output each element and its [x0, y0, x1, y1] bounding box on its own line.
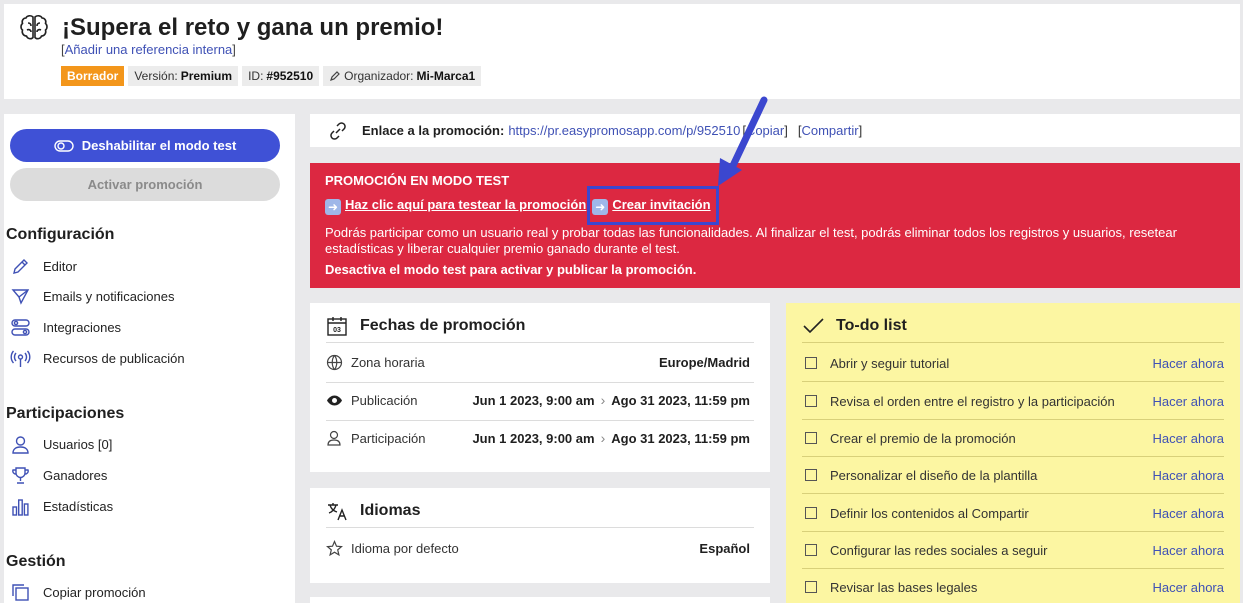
participation-row: Participación Jun 1 2023, 9:00 am › Ago 31… [326, 428, 750, 448]
test-promotion-link[interactable]: ➜ Haz clic aquí para testear la promoción [325, 197, 586, 215]
internal-reference: [Añadir una referencia interna] [61, 42, 236, 57]
todo-item: Revisa el orden entre el registro y la p… [805, 391, 1224, 411]
sidebar-item-copy[interactable]: Copiar promoción [10, 582, 146, 602]
timezone-row: Zona horaria Europe/Madrid [326, 352, 750, 372]
checkbox[interactable] [805, 469, 817, 481]
toggle-icon [54, 139, 74, 152]
globe-icon [326, 354, 343, 370]
checkbox[interactable] [805, 507, 817, 519]
sidebar-item-editor[interactable]: Editor [10, 256, 77, 276]
languages-card-title: Idiomas [326, 500, 420, 522]
sidebar-item-users[interactable]: Usuarios [0] [10, 434, 112, 454]
id-badge: ID: #952510 [242, 66, 320, 86]
todo-item: Revisar las bases legales Hacer ahora [805, 577, 1224, 597]
do-now-link[interactable]: Hacer ahora [1152, 506, 1224, 521]
sidebar-item-integrations[interactable]: Integraciones [10, 317, 121, 337]
trophy-icon [12, 466, 29, 484]
eye-icon [327, 395, 342, 405]
calendar-icon: 03 [327, 317, 347, 336]
publication-row: Publicación Jun 1 2023, 9:00 am › Ago 31 2… [326, 390, 750, 410]
page-title: ¡Supera el reto y gana un premio! [62, 14, 444, 41]
organizer-badge[interactable]: Organizador: Mi-Marca1 [323, 66, 482, 86]
svg-text:03: 03 [333, 327, 341, 334]
do-now-link[interactable]: Hacer ahora [1152, 394, 1224, 409]
promotion-url-link[interactable]: https://pr.easypromosapp.com/p/952510 [508, 123, 740, 138]
checkbox[interactable] [805, 432, 817, 444]
sidebar-item-winners[interactable]: Ganadores [10, 465, 107, 485]
dates-card-title: 03 Fechas de promoción [326, 315, 525, 337]
pencil-icon [330, 71, 340, 81]
todo-item: Definir los contenidos al Compartir Hacer… [805, 503, 1224, 523]
todo-card-title: To-do list [802, 315, 907, 337]
alert-body: Podrás participar como un usuario real y… [325, 225, 1177, 256]
highlight-box [587, 186, 719, 225]
copy-icon [12, 583, 29, 601]
add-reference-link[interactable]: Añadir una referencia interna [65, 42, 233, 57]
todo-item: Abrir y seguir tutorial Hacer ahora [805, 353, 1224, 373]
sidebar-item-emails[interactable]: Emails y notificaciones [10, 286, 175, 306]
sidebar-item-statistics[interactable]: Estadísticas [10, 496, 113, 516]
arrow-right-icon: ➜ [325, 199, 341, 215]
link-label: Enlace a la promoción: [362, 123, 505, 138]
checkbox[interactable] [805, 395, 817, 407]
sidebar-item-publishing[interactable]: Recursos de publicación [10, 348, 185, 368]
next-card [310, 597, 770, 603]
do-now-link[interactable]: Hacer ahora [1152, 431, 1224, 446]
todo-item: Configurar las redes sociales a seguir Ha… [805, 540, 1224, 560]
send-icon [11, 288, 30, 305]
management-section-title: Gestión [6, 553, 66, 570]
alert-note: Desactiva el modo test para activar y pu… [325, 262, 697, 277]
checkbox[interactable] [805, 581, 817, 593]
brain-icon [20, 14, 48, 40]
broadcast-icon [10, 350, 31, 367]
do-now-link[interactable]: Hacer ahora [1152, 356, 1224, 371]
user-icon [327, 430, 341, 446]
pencil-icon [13, 258, 28, 274]
disable-test-mode-button[interactable]: Deshabilitar el modo test [10, 129, 280, 162]
test-mode-alert: PROMOCIÓN EN MODO TEST ➜ Haz clic aquí pa… [310, 163, 1240, 288]
alert-title: PROMOCIÓN EN MODO TEST [325, 173, 510, 188]
todo-card: To-do list Abrir y seguir tutorial Hacer … [786, 303, 1240, 603]
pointer-arrow-icon [718, 96, 768, 186]
check-icon [803, 318, 824, 334]
default-language-row: Idioma por defecto Español [326, 538, 750, 558]
version-badge: Versión: Premium [128, 66, 239, 86]
header: ¡Supera el reto y gana un premio! [Añadi… [4, 4, 1240, 99]
link-icon [330, 121, 346, 140]
checkbox[interactable] [805, 544, 817, 556]
languages-card: Idiomas Idioma por defecto Español [310, 488, 770, 583]
translate-icon [328, 503, 347, 521]
status-badge: Borrador [61, 66, 125, 86]
promotion-link-bar: Enlace a la promoción: https://pr.easypr… [310, 114, 1240, 147]
toggles-icon [11, 318, 30, 336]
config-section-title: Configuración [6, 226, 115, 243]
do-now-link[interactable]: Hacer ahora [1152, 580, 1224, 595]
star-icon [326, 539, 343, 556]
user-icon [12, 435, 29, 454]
participations-section-title: Participaciones [6, 405, 125, 422]
checkbox[interactable] [805, 357, 817, 369]
badges: Borrador Versión: Premium ID: #952510 Orga… [61, 66, 482, 86]
share-link[interactable]: Compartir [801, 123, 858, 138]
dates-card: 03 Fechas de promoción Zona horaria Euro… [310, 303, 770, 472]
do-now-link[interactable]: Hacer ahora [1152, 468, 1224, 483]
todo-item: Personalizar el diseño de la plantilla Ha… [805, 465, 1224, 485]
bar-chart-icon [12, 498, 29, 516]
todo-item: Crear el premio de la promoción Hacer aho… [805, 428, 1224, 448]
do-now-link[interactable]: Hacer ahora [1152, 543, 1224, 558]
sidebar: Deshabilitar el modo test Activar promoc… [4, 114, 295, 603]
activate-promotion-button[interactable]: Activar promoción [10, 168, 280, 201]
